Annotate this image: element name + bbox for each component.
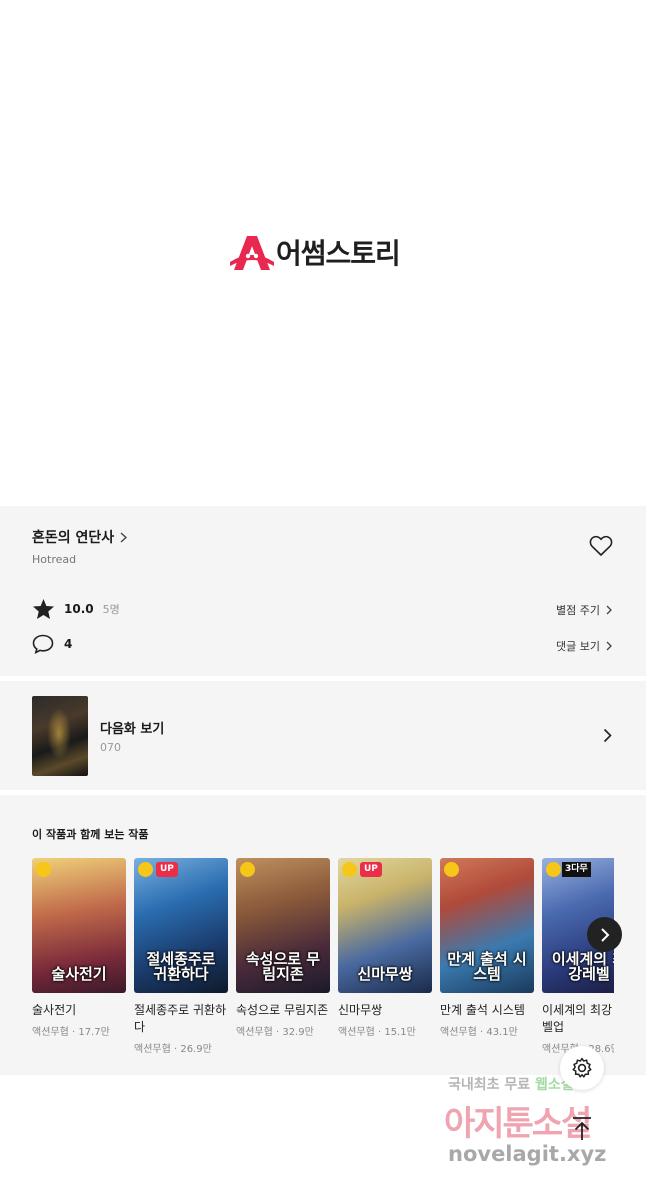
recommendation-cover[interactable]: UP 절세종주로 귀환하다	[134, 858, 228, 993]
cover-title-art: 절세종주로 귀환하다	[146, 949, 216, 984]
recommendation-meta: 액션무협 · 26.9만	[134, 1044, 212, 1055]
comment-icon	[32, 634, 54, 654]
clock-icon	[36, 862, 51, 877]
recommendation-meta: 액션무협 · 32.9만	[236, 1027, 314, 1038]
carousel-next-button[interactable]	[587, 917, 622, 952]
settings-button[interactable]	[560, 1046, 604, 1090]
cover-title-art: 속성으로 무림지존	[245, 949, 321, 984]
comment-count: 4	[64, 637, 73, 651]
watermark-line2: 아지툰소설	[444, 1104, 592, 1144]
cover-title-art: 술사전기	[51, 965, 107, 984]
update-badge: UP	[156, 862, 178, 877]
recommendation-card[interactable]: UP 신마무쌍 신마무쌍 액션무협 · 15.1만	[338, 858, 432, 1038]
logo-mark-icon	[230, 236, 274, 270]
heart-icon[interactable]	[589, 535, 613, 557]
recommendation-card[interactable]: UP 절세종주로 귀환하다 절세종주로 귀환하다 액션무협 · 26.9만	[134, 858, 228, 1055]
next-episode-thumbnail[interactable]	[32, 696, 88, 776]
clock-icon	[138, 862, 153, 877]
recommendation-card[interactable]: 술사전기 술사전기 액션무협 · 17.7만	[32, 858, 126, 1038]
recommendation-title[interactable]: 이세계의 최강 레벨업	[542, 1002, 614, 1036]
rating-value: 10.0	[64, 602, 94, 616]
work-title: 혼돈의 연단사	[32, 530, 115, 546]
recommendation-card[interactable]: 속성으로 무림지존 속성으로 무림지존 액션무협 · 32.9만	[236, 858, 330, 1038]
next-episode-number: 070	[100, 741, 121, 754]
view-comments-button[interactable]: 댓글 보기	[556, 638, 612, 654]
rate-button[interactable]: 별점 주기	[556, 602, 612, 618]
watermark-line1: 국내최초 무료	[448, 1077, 531, 1093]
recommendation-title[interactable]: 술사전기	[32, 1002, 126, 1019]
cover-title-art: 신마무쌍	[357, 965, 413, 984]
recommendation-meta: 액션무협 · 15.1만	[338, 1027, 416, 1038]
watermark-line3: novelagit.xyz	[448, 1142, 607, 1166]
rating-summary: 10.0 5명	[32, 598, 120, 620]
recommendation-title[interactable]: 속성으로 무림지존	[236, 1002, 330, 1019]
cover-area: 어썸스토리	[0, 0, 646, 506]
recommendation-cover[interactable]: 만계 출석 시스템	[440, 858, 534, 993]
chevron-right-icon[interactable]	[603, 728, 612, 743]
clock-icon	[546, 862, 561, 877]
next-episode-row[interactable]	[0, 681, 646, 790]
recommendation-cover[interactable]: UP 신마무쌍	[338, 858, 432, 993]
comment-summary: 4	[32, 634, 72, 654]
recommendation-title[interactable]: 신마무쌍	[338, 1002, 432, 1019]
settings-icon	[572, 1057, 592, 1078]
recommendation-card[interactable]: 3다무 UP 이세계의 최강레벨 이세계의 최강 레벨업 액션무협 · 28.6…	[542, 858, 614, 1055]
clock-icon	[342, 862, 357, 877]
rate-button-label: 별점 주기	[556, 604, 600, 617]
rating-count: 5명	[102, 603, 120, 616]
logo-text: 어썸스토리	[276, 237, 401, 270]
brand-logo: 어썸스토리	[230, 232, 401, 272]
work-author: Hotread	[32, 553, 77, 566]
clock-icon	[444, 862, 459, 877]
chevron-right-icon	[600, 927, 609, 942]
recommendation-meta: 액션무협 · 43.1만	[440, 1027, 518, 1038]
recommendation-cover[interactable]: 속성으로 무림지존	[236, 858, 330, 993]
update-badge: UP	[360, 862, 382, 877]
cover-title-art: 만계 출석 시스템	[447, 949, 527, 984]
recommendation-title[interactable]: 절세종주로 귀환하다	[134, 1002, 228, 1036]
recommendation-cover[interactable]: 술사전기	[32, 858, 126, 993]
view-comments-label: 댓글 보기	[556, 640, 600, 653]
recommendation-meta: 액션무협 · 17.7만	[32, 1027, 110, 1038]
cover-title-art: 이세계의 최강레벨	[551, 949, 614, 984]
clock-icon	[240, 862, 255, 877]
chevron-right-icon	[120, 531, 128, 543]
work-title-link[interactable]: 혼돈의 연단사	[32, 527, 128, 547]
next-episode-label[interactable]: 다음화 보기	[100, 718, 164, 737]
star-icon	[32, 598, 55, 620]
recommendation-title[interactable]: 만계 출석 시스템	[440, 1002, 534, 1019]
recommendations-carousel[interactable]: 술사전기 술사전기 액션무협 · 17.7만 UP 절세종주로 귀환하다 절세종…	[32, 858, 614, 1068]
free-badge: 3다무	[562, 862, 591, 877]
chevron-right-icon	[606, 605, 612, 615]
recommendations-heading: 이 작품과 함께 보는 작품	[32, 828, 149, 841]
site-watermark: 국내최초 무료 웹소설 아지툰소설 novelagit.xyz	[444, 1074, 634, 1174]
chevron-right-icon	[606, 641, 612, 651]
scroll-top-icon[interactable]	[570, 1116, 594, 1142]
recommendation-card[interactable]: 만계 출석 시스템 만계 출석 시스템 액션무협 · 43.1만	[440, 858, 534, 1038]
